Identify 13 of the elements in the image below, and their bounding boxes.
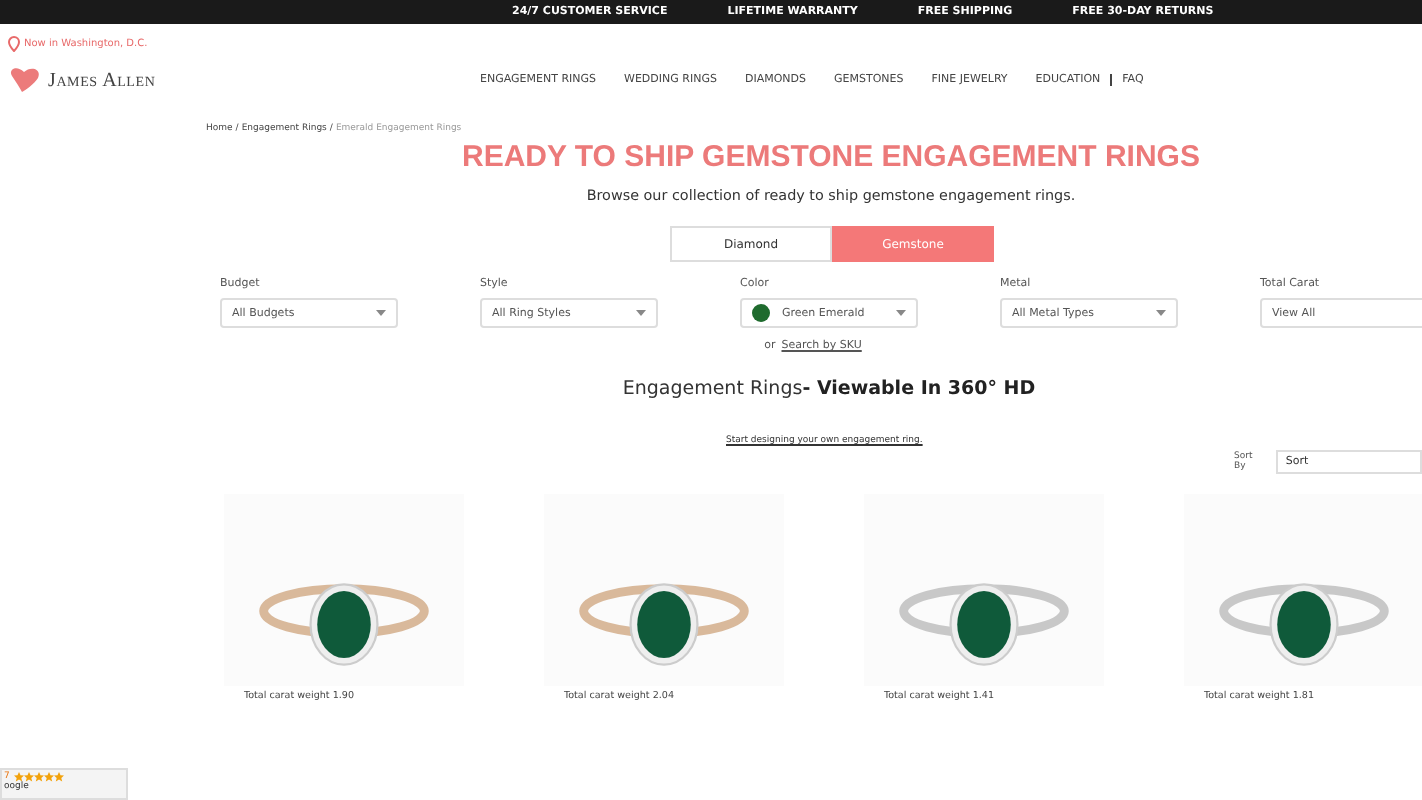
product-photo[interactable] <box>544 494 784 686</box>
page-title: READY TO SHIP GEMSTONE ENGAGEMENT RINGS <box>460 140 1202 174</box>
caret-icon <box>1156 310 1166 316</box>
caret-icon <box>376 310 386 316</box>
heart-logo-icon <box>8 66 44 94</box>
product-photo[interactable] <box>224 494 464 686</box>
section-heading: Engagement Rings- Viewable In 360° HD <box>620 378 1038 400</box>
product-photo[interactable] <box>864 494 1104 686</box>
brand-logo[interactable]: James Allen <box>48 69 156 91</box>
product-photo[interactable] <box>1184 494 1422 686</box>
caret-icon <box>636 310 646 316</box>
caret-icon <box>896 310 906 316</box>
location-pin-icon <box>8 36 20 52</box>
